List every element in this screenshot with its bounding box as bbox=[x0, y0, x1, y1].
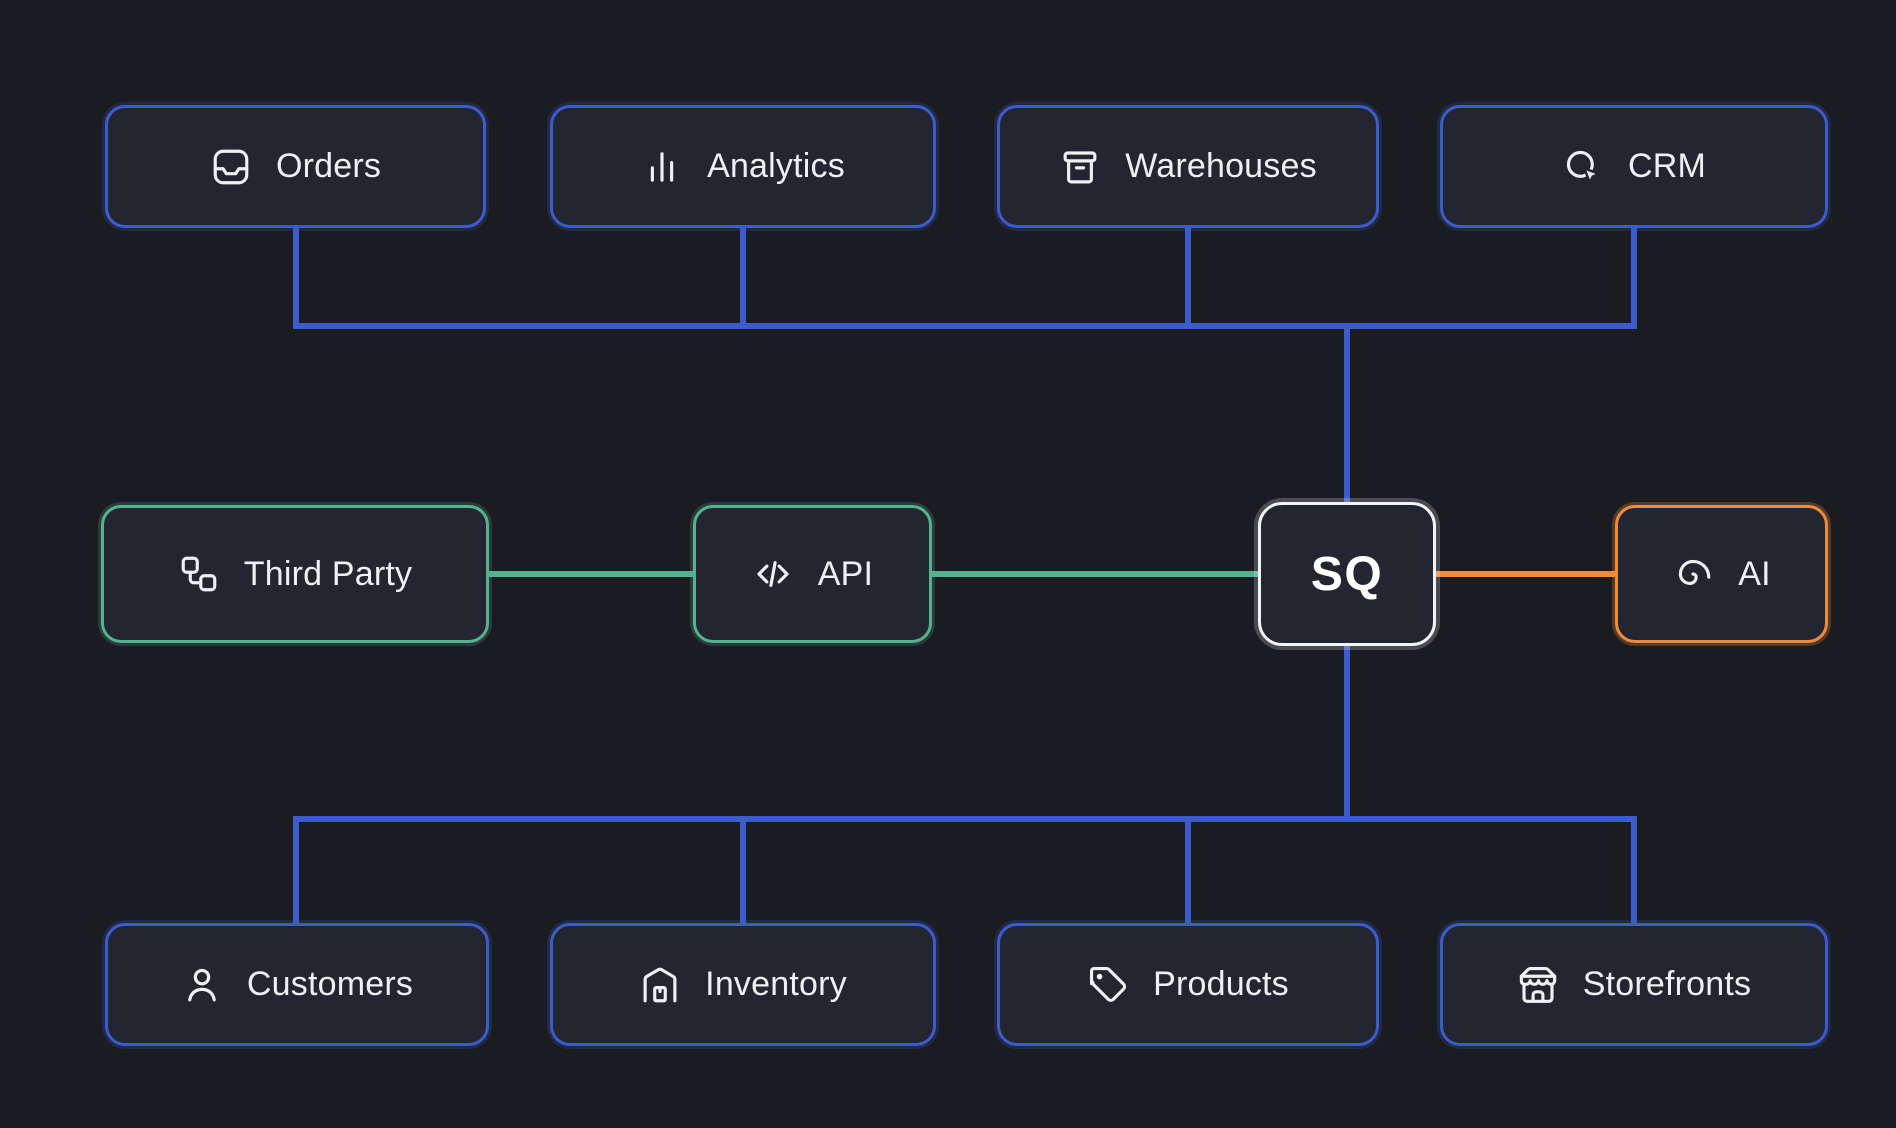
node-storefronts: Storefronts bbox=[1440, 923, 1828, 1046]
node-label: Products bbox=[1153, 965, 1289, 1004]
bar-chart-icon bbox=[641, 146, 683, 188]
inbox-icon bbox=[210, 146, 252, 188]
tag-icon bbox=[1087, 964, 1129, 1006]
node-hub-sq: SQ bbox=[1258, 502, 1436, 646]
node-products: Products bbox=[997, 923, 1379, 1046]
node-api: API bbox=[693, 505, 932, 643]
person-icon bbox=[181, 964, 223, 1006]
node-label: Inventory bbox=[705, 965, 847, 1004]
node-label: API bbox=[818, 555, 873, 594]
node-customers: Customers bbox=[105, 923, 489, 1046]
node-label: Orders bbox=[276, 147, 381, 186]
swirl-icon bbox=[1672, 553, 1714, 595]
node-label: Analytics bbox=[707, 147, 845, 186]
node-analytics: Analytics bbox=[550, 105, 936, 228]
hub-label: SQ bbox=[1311, 547, 1383, 602]
node-third-party: Third Party bbox=[101, 505, 489, 643]
node-crm: CRM bbox=[1440, 105, 1828, 228]
node-label: Customers bbox=[247, 965, 413, 1004]
node-orders: Orders bbox=[105, 105, 486, 228]
node-label: CRM bbox=[1628, 147, 1706, 186]
node-warehouses: Warehouses bbox=[997, 105, 1379, 228]
node-label: Third Party bbox=[244, 555, 412, 594]
archive-box-icon bbox=[1059, 146, 1101, 188]
node-label: AI bbox=[1738, 555, 1771, 594]
integration-diagram: Orders Analytics Warehouses CRM Thir bbox=[0, 0, 1896, 1128]
storefront-icon bbox=[1517, 964, 1559, 1006]
node-ai: AI bbox=[1615, 505, 1828, 643]
node-label: Warehouses bbox=[1125, 147, 1317, 186]
node-inventory: Inventory bbox=[550, 923, 936, 1046]
workflow-icon bbox=[178, 553, 220, 595]
cursor-click-icon bbox=[1562, 146, 1604, 188]
code-icon bbox=[752, 553, 794, 595]
node-label: Storefronts bbox=[1583, 965, 1752, 1004]
warehouse-icon bbox=[639, 964, 681, 1006]
